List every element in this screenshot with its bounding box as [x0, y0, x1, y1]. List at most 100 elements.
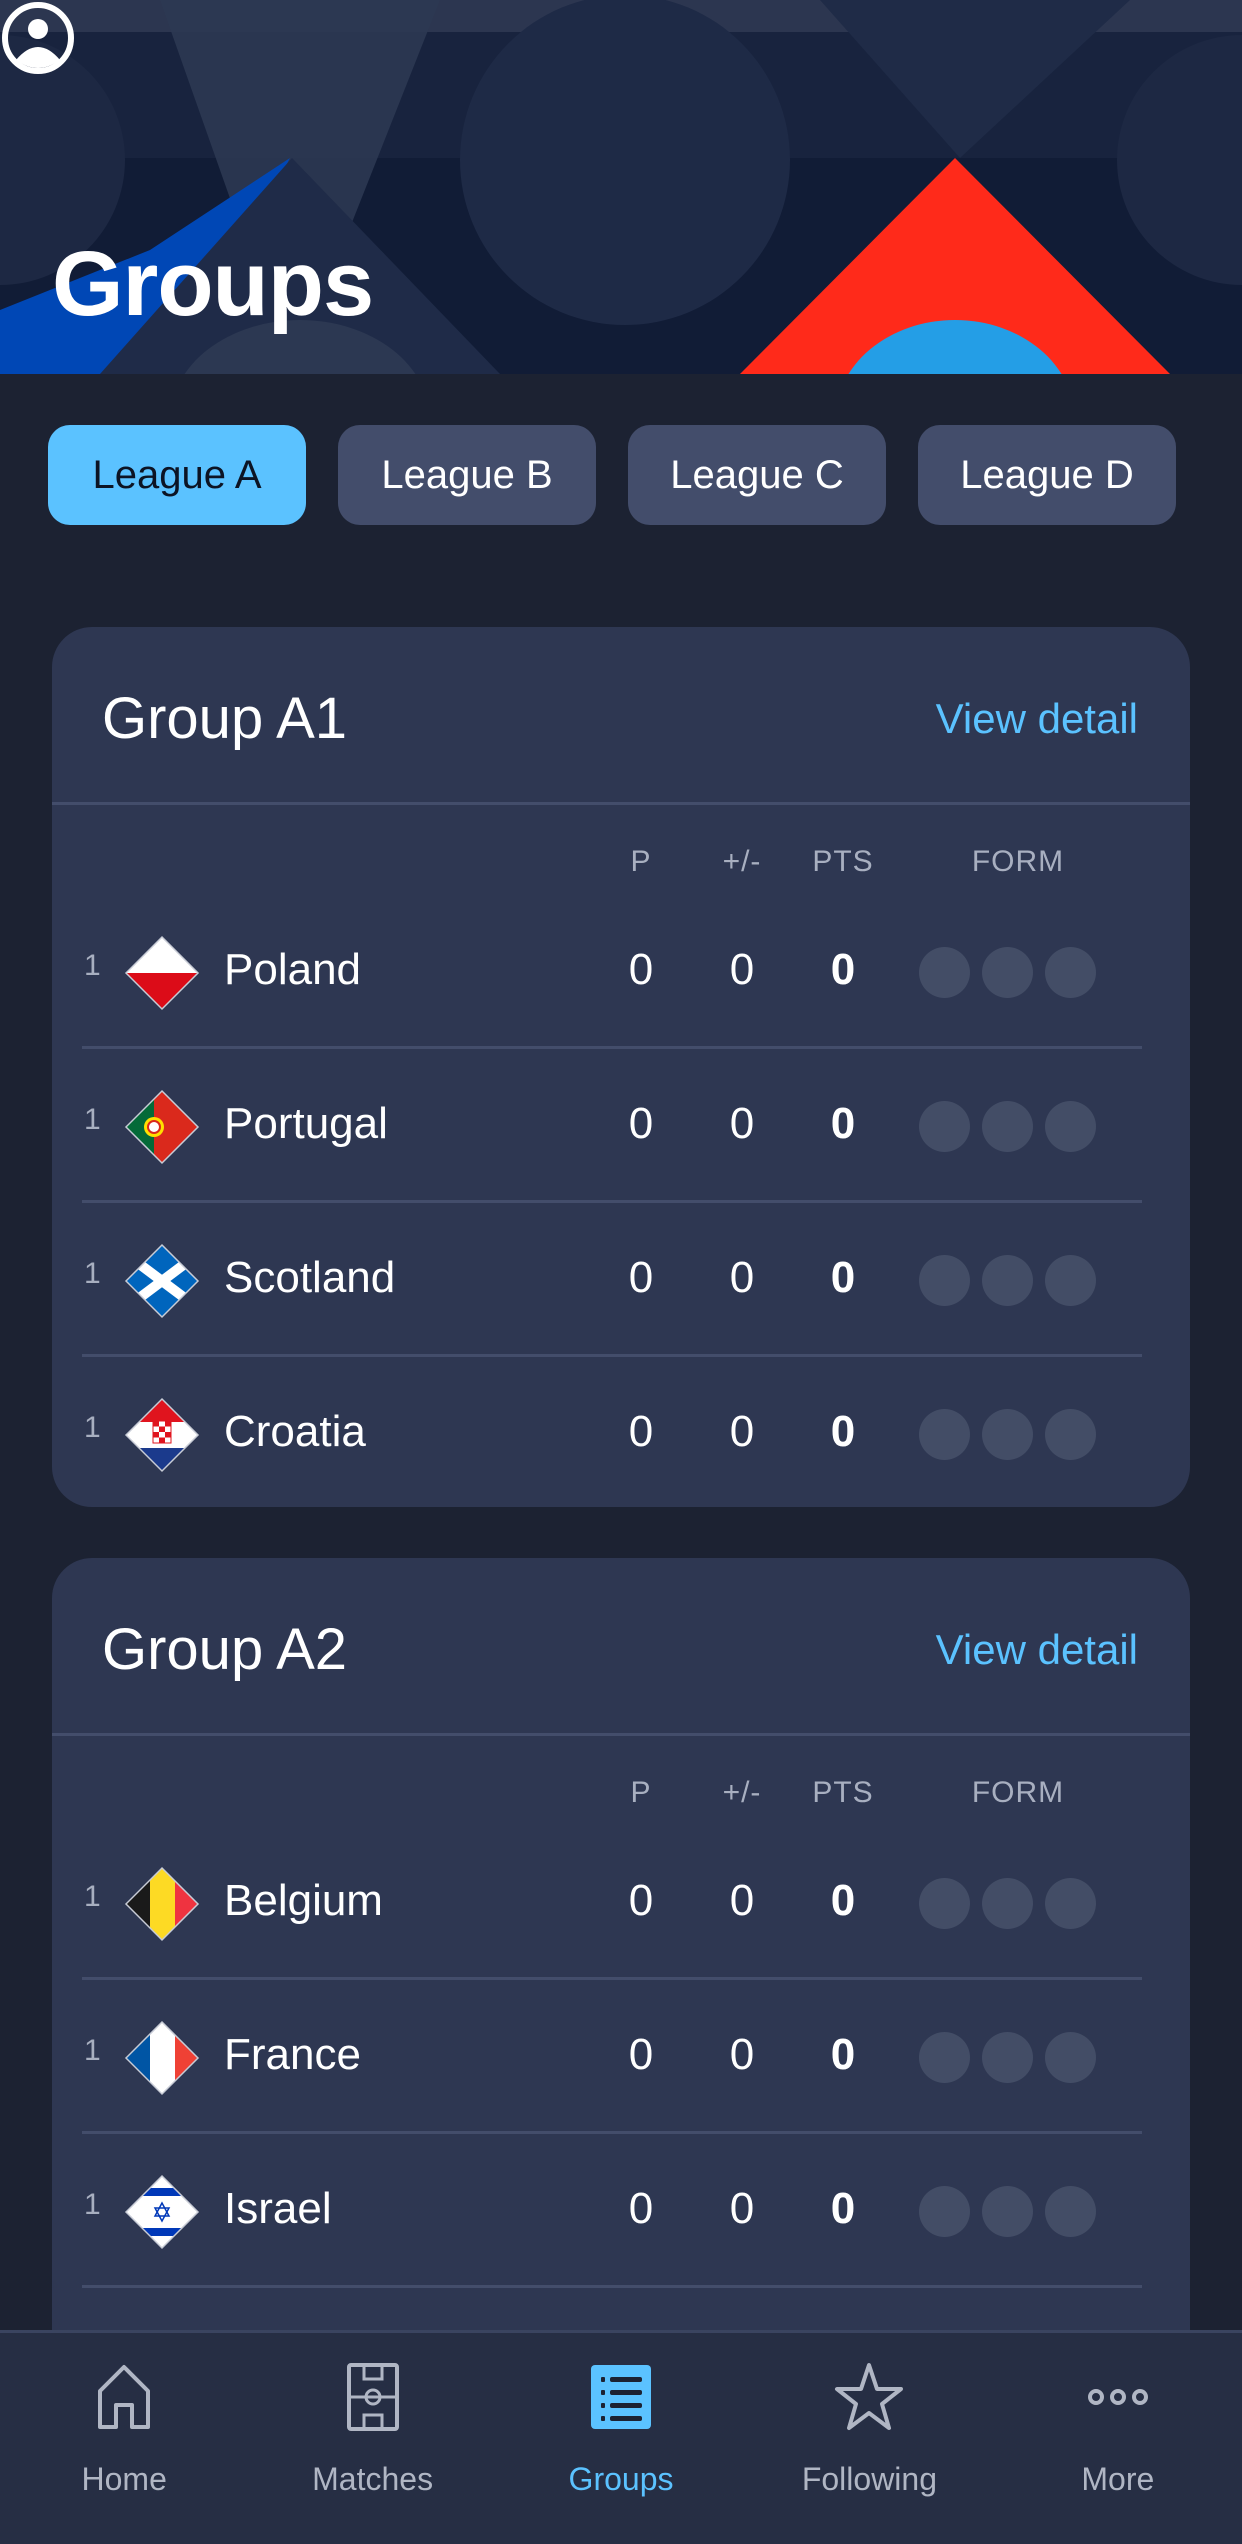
star-icon: [835, 2363, 904, 2430]
belgium-flag-icon: [124, 1866, 200, 1942]
group-header: Group A2 View detail: [52, 1558, 1190, 1736]
form-dot: [982, 2186, 1033, 2237]
home-icon: [98, 2365, 151, 2429]
nav-more[interactable]: More: [994, 2333, 1242, 2544]
form-dot: [982, 1255, 1033, 1306]
group-card-a2: Group A2 View detail P +/- PTS FORM 1 Be…: [52, 1558, 1190, 2438]
group-header: Group A1 View detail: [52, 627, 1190, 805]
table-row[interactable]: 1 France 0 0 0: [82, 1980, 1142, 2134]
nav-following[interactable]: Following: [745, 2333, 993, 2544]
nav-home[interactable]: Home: [0, 2333, 248, 2544]
france-flag-icon: [124, 2020, 200, 2096]
list-icon: [591, 2365, 652, 2429]
form-dot: [1045, 2186, 1096, 2237]
form-indicators: [919, 1101, 1096, 1152]
profile-icon[interactable]: [0, 0, 76, 76]
goal-diff: 0: [729, 945, 755, 994]
form-dot: [919, 947, 970, 998]
form-indicators: [919, 1409, 1096, 1460]
team-name: France: [224, 2030, 361, 2079]
form-indicators: [919, 2032, 1096, 2083]
col-played: P: [630, 1776, 652, 1809]
goal-diff: 0: [729, 1876, 755, 1925]
nav-label: More: [1081, 2461, 1155, 2497]
rank: 1: [84, 2188, 101, 2221]
table-row[interactable]: 1 Belgium 0 0 0: [82, 1826, 1142, 1980]
form-dot: [1045, 2032, 1096, 2083]
col-form: FORM: [971, 1776, 1065, 1809]
points: 0: [830, 1876, 856, 1925]
form-dot: [982, 1101, 1033, 1152]
nav-groups[interactable]: Groups: [497, 2333, 745, 2544]
form-dot: [919, 2032, 970, 2083]
form-dot: [919, 1878, 970, 1929]
points: 0: [830, 1099, 856, 1148]
rank: 1: [84, 1257, 101, 1290]
table-row[interactable]: 1 Israel 0 0 0: [82, 2134, 1142, 2288]
form-dot: [919, 1101, 970, 1152]
bottom-nav: Home Matches Groups Following More: [0, 2330, 1242, 2544]
table-row[interactable]: 1 Portugal 0 0 0: [82, 1049, 1142, 1203]
played: 0: [628, 1253, 654, 1302]
table-row[interactable]: 1 Croatia 0 0 0: [82, 1357, 1142, 1507]
tab-league-d[interactable]: League D: [918, 425, 1176, 525]
form-dot: [982, 1878, 1033, 1929]
tab-league-c[interactable]: League C: [628, 425, 886, 525]
column-headers: P +/- PTS FORM: [52, 805, 1190, 895]
played: 0: [628, 945, 654, 994]
rank: 1: [84, 1411, 101, 1444]
form-dot: [1045, 1101, 1096, 1152]
col-form: FORM: [971, 845, 1065, 878]
rank: 1: [84, 1880, 101, 1913]
page-title: Groups: [52, 233, 374, 335]
team-name: Portugal: [224, 1099, 388, 1148]
form-indicators: [919, 1255, 1096, 1306]
col-points: PTS: [812, 845, 874, 878]
col-played: P: [630, 845, 652, 878]
scotland-flag-icon: [124, 1243, 200, 1319]
goal-diff: 0: [729, 1253, 755, 1302]
points: 0: [830, 2184, 856, 2233]
form-dot: [982, 1409, 1033, 1460]
team-name: Scotland: [224, 1253, 396, 1302]
nav-matches[interactable]: Matches: [248, 2333, 496, 2544]
table-row[interactable]: 1 Poland 0 0 0: [82, 895, 1142, 1049]
played: 0: [628, 1099, 654, 1148]
form-indicators: [919, 2186, 1096, 2237]
column-headers: P +/- PTS FORM: [52, 1736, 1190, 1826]
group-card-a1: Group A1 View detail P +/- PTS FORM 1 Po…: [52, 627, 1190, 1507]
header-banner: Groups: [0, 0, 1242, 374]
col-goal-diff: +/-: [722, 845, 762, 878]
israel-flag-icon: [124, 2174, 200, 2250]
form-dot: [919, 1409, 970, 1460]
form-dot: [982, 947, 1033, 998]
table-row[interactable]: 1 Scotland 0 0 0: [82, 1203, 1142, 1357]
played: 0: [628, 2030, 654, 2079]
group-title: Group A2: [102, 1617, 348, 1682]
played: 0: [628, 1407, 654, 1456]
poland-flag-icon: [124, 935, 200, 1011]
tab-league-b[interactable]: League B: [338, 425, 596, 525]
form-dot: [1045, 947, 1096, 998]
form-dot: [1045, 1878, 1096, 1929]
form-indicators: [919, 1878, 1096, 1929]
goal-diff: 0: [729, 1407, 755, 1456]
tab-league-a[interactable]: League A: [48, 425, 306, 525]
nav-label: Groups: [568, 2461, 674, 2497]
form-dot: [982, 2032, 1033, 2083]
team-name: Poland: [224, 945, 362, 994]
points: 0: [830, 1253, 856, 1302]
form-dot: [919, 1255, 970, 1306]
view-detail-link[interactable]: View detail: [936, 695, 1138, 743]
form-dot: [1045, 1255, 1096, 1306]
view-detail-link[interactable]: View detail: [936, 1626, 1138, 1674]
goal-diff: 0: [729, 2184, 755, 2233]
points: 0: [830, 945, 856, 994]
portugal-flag-icon: [124, 1089, 200, 1165]
points: 0: [830, 2030, 856, 2079]
nav-label: Following: [801, 2461, 937, 2497]
played: 0: [628, 1876, 654, 1925]
team-name: Belgium: [224, 1876, 383, 1925]
league-tabs: League A League B League C League D: [48, 425, 1176, 525]
rank: 1: [84, 2034, 101, 2067]
